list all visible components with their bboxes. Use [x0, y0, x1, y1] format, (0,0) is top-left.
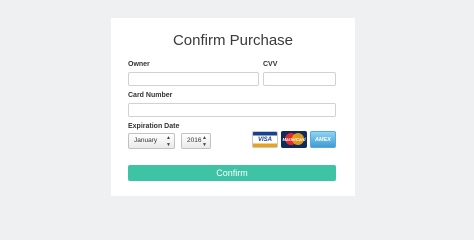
card-number-input[interactable] [128, 103, 336, 117]
month-select[interactable]: January ▲ ▼ [128, 133, 175, 149]
year-select[interactable]: 2016 ▲ ▼ [181, 133, 211, 149]
mastercard-text: MasterCard [282, 137, 306, 142]
mastercard-icon: MasterCard [281, 131, 307, 148]
month-select-value: January [134, 137, 158, 144]
form-title: Confirm Purchase [172, 32, 294, 49]
purchase-form-card: Confirm Purchase Owner CVV Card Number E… [111, 18, 355, 196]
owner-input[interactable] [128, 72, 259, 86]
owner-label: Owner [128, 61, 150, 68]
amex-icon: AMEX [310, 131, 336, 148]
cvv-label: CVV [263, 61, 278, 68]
confirm-button[interactable]: Confirm [128, 165, 336, 181]
card-number-label: Card Number [128, 92, 173, 99]
year-select-value: 2016 [187, 137, 202, 144]
expiration-date-label: Expiration Date [128, 123, 180, 130]
select-arrows-icon: ▲ ▼ [166, 135, 171, 148]
select-arrows-icon: ▲ ▼ [202, 135, 207, 148]
cvv-input[interactable] [263, 72, 336, 86]
visa-icon: VISA [252, 131, 278, 148]
